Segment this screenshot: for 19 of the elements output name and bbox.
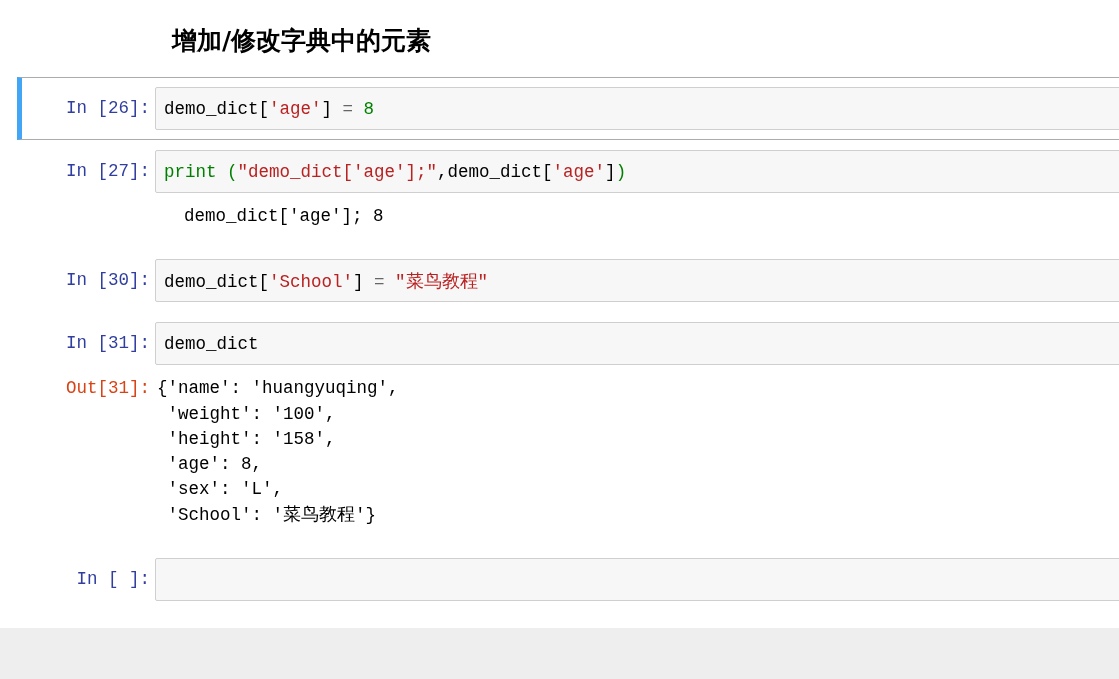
cell-output: {'name': 'huangyuqing', 'weight': '100', 'height': '158', 'age': 8, 'sex': 'L', 'School': '菜鸟教程'}: [156, 377, 399, 527]
code-input[interactable]: demo_dict: [155, 322, 1119, 366]
code-line: print ("demo_dict['age'];",demo_dict['age']): [164, 161, 627, 182]
input-prompt: In [30]:: [66, 270, 150, 291]
output-prompt: Out[31]:: [66, 378, 150, 399]
input-prompt: In [ ]:: [76, 569, 150, 590]
code-input[interactable]: [155, 558, 1119, 602]
code-line: demo_dict: [164, 333, 259, 354]
selected-cell[interactable]: In [26]: demo_dict['age'] = 8: [17, 77, 1119, 140]
input-prompt: In [31]:: [66, 333, 150, 354]
code-line: demo_dict['age'] = 8: [164, 98, 375, 119]
cell-heading: 增加/修改字典中的元素: [170, 25, 433, 57]
code-input[interactable]: demo_dict['School'] = "菜鸟教程": [155, 259, 1119, 303]
cell-output: demo_dict['age']; 8: [183, 205, 384, 228]
input-prompt: In [27]:: [66, 161, 150, 181]
code-input[interactable]: demo_dict['age'] = 8: [155, 87, 1119, 130]
code-line: demo_dict['School'] = "菜鸟教程": [164, 270, 489, 293]
code-input[interactable]: print ("demo_dict['age'];",demo_dict['age']): [155, 150, 1119, 193]
input-prompt: In [26]:: [66, 98, 150, 118]
